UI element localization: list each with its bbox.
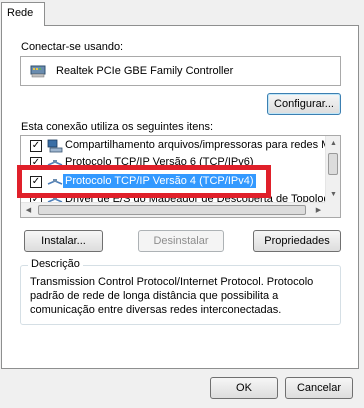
tab-network-label: Rede: [7, 7, 34, 19]
protocol-icon: [47, 179, 63, 185]
ok-button[interactable]: OK: [210, 377, 278, 399]
connect-using-label: Conectar-se usando:: [21, 41, 124, 53]
horizontal-scroll-thumb[interactable]: [38, 205, 306, 215]
configure-button[interactable]: Configurar...: [267, 93, 341, 115]
scroll-right-icon[interactable]: ▶: [311, 203, 326, 217]
horizontal-scrollbar[interactable]: ◀ ▶: [21, 202, 326, 217]
item-label: Compartilhamento arquivos/impressoras pa…: [65, 139, 326, 151]
properties-button[interactable]: Propriedades: [253, 230, 341, 252]
tab-strip: Rede: [0, 0, 364, 26]
scroll-left-icon[interactable]: ◀: [21, 203, 36, 217]
scroll-corner: [325, 202, 340, 217]
list-item[interactable]: ✓ Protocolo TCP/IP Versão 6 (TCP/IPv6): [21, 154, 326, 172]
item-label: Protocolo TCP/IP Versão 4 (TCP/IPv4): [63, 174, 256, 188]
item-label: Protocolo TCP/IP Versão 6 (TCP/IPv6): [65, 156, 254, 168]
scroll-down-icon[interactable]: ▼: [326, 187, 340, 202]
vertical-scroll-thumb[interactable]: [328, 153, 338, 175]
cancel-button[interactable]: Cancelar: [285, 377, 353, 399]
description-title: Descrição: [28, 258, 83, 270]
uninstall-button: Desinstalar: [138, 230, 224, 252]
list-item-selected[interactable]: ✓ Protocolo TCP/IP Versão 4 (TCP/IPv4): [21, 173, 326, 191]
network-service-icon: [47, 139, 63, 153]
adapter-name: Realtek PCIe GBE Family Controller: [56, 65, 234, 77]
vertical-scrollbar[interactable]: ▲ ▼: [325, 136, 340, 202]
item-checkbox[interactable]: ✓: [30, 176, 42, 188]
components-list[interactable]: ✓ Compartilhamento arquivos/impressoras …: [20, 135, 341, 218]
network-adapter-icon: [30, 65, 46, 78]
adapter-field: Realtek PCIe GBE Family Controller: [20, 56, 341, 86]
scroll-up-icon[interactable]: ▲: [326, 136, 340, 151]
items-label: Esta conexão utiliza os seguintes itens:: [21, 121, 214, 133]
tab-network[interactable]: Rede: [1, 2, 45, 26]
item-checkbox[interactable]: ✓: [30, 157, 42, 169]
install-button[interactable]: Instalar...: [24, 230, 103, 252]
protocol-icon: [47, 160, 63, 166]
list-item[interactable]: ✓ Compartilhamento arquivos/impressoras …: [21, 137, 326, 155]
item-checkbox[interactable]: ✓: [30, 140, 42, 152]
description-text: Transmission Control Protocol/Internet P…: [30, 276, 314, 316]
